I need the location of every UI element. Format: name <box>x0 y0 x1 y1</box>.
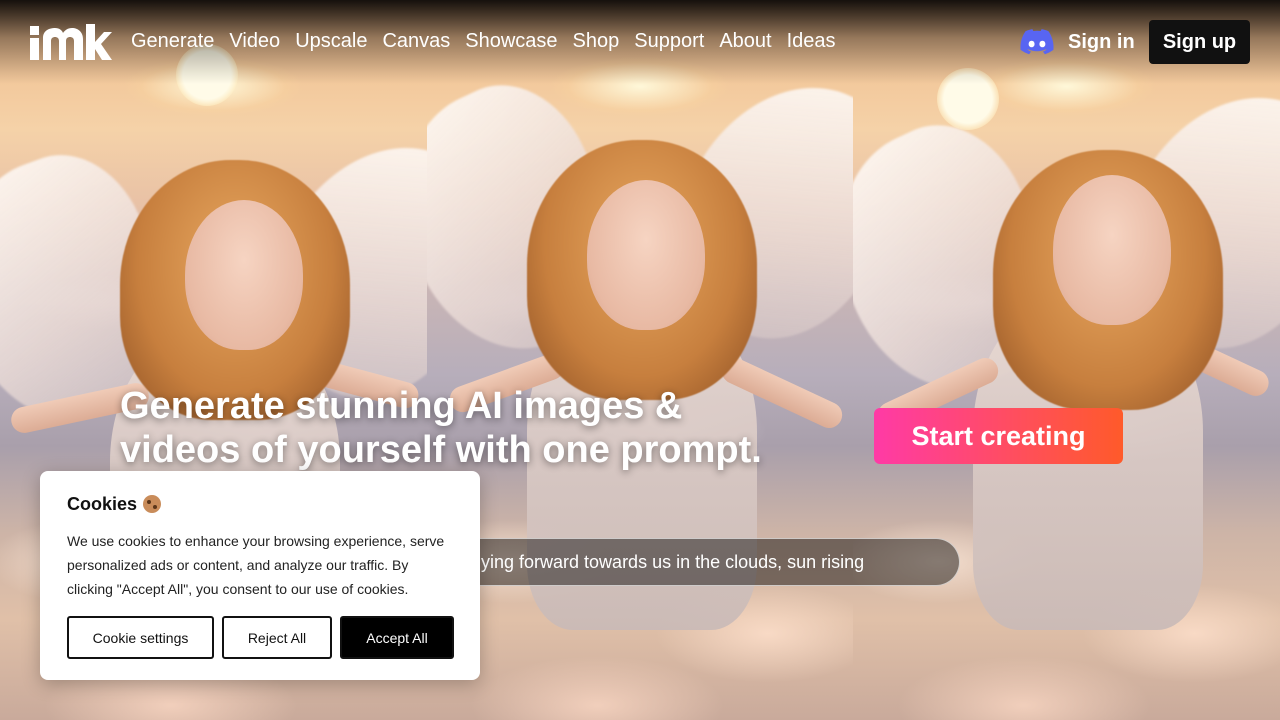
cookie-settings-button[interactable]: Cookie settings <box>67 616 214 659</box>
hero-image-2 <box>427 0 853 720</box>
cookie-icon <box>143 495 162 513</box>
cookie-buttons: Cookie settings Reject All Accept All <box>67 616 454 659</box>
nav-upscale[interactable]: Upscale <box>295 28 367 54</box>
cookie-title-row: Cookies <box>67 493 453 515</box>
start-creating-button[interactable]: Start creating <box>874 408 1123 464</box>
nav-about[interactable]: About <box>719 28 771 54</box>
nav-support[interactable]: Support <box>634 28 704 54</box>
discord-icon[interactable] <box>1020 28 1054 56</box>
top-nav-bar: Generate Video Upscale Canvas Showcase S… <box>0 0 1280 84</box>
hero-headline-line2: videos of yourself with one prompt. <box>120 429 762 471</box>
nav-showcase[interactable]: Showcase <box>465 28 557 54</box>
sign-up-button[interactable]: Sign up <box>1149 20 1250 64</box>
main-nav: Generate Video Upscale Canvas Showcase S… <box>131 28 851 54</box>
hero-headline-line1: Generate stunning AI images & <box>120 385 683 427</box>
nav-video[interactable]: Video <box>229 28 280 54</box>
cookie-message: We use cookies to enhance your browsing … <box>67 533 445 597</box>
reject-all-button[interactable]: Reject All <box>222 616 332 659</box>
prompt-text: lying forward towards us in the clouds, … <box>477 551 865 572</box>
nav-shop[interactable]: Shop <box>573 28 620 54</box>
logo-icon <box>30 24 112 60</box>
hero-image-3 <box>853 0 1280 720</box>
cookie-consent-dialog: Cookies We use cookies to enhance your b… <box>40 471 480 680</box>
nav-generate[interactable]: Generate <box>131 28 214 54</box>
hero-headline: Generate stunning AI images & videos of … <box>120 384 840 472</box>
cookie-title: Cookies <box>67 494 138 514</box>
accept-all-button[interactable]: Accept All <box>340 616 454 659</box>
nav-canvas[interactable]: Canvas <box>382 28 450 54</box>
nav-ideas[interactable]: Ideas <box>787 28 836 54</box>
site-logo[interactable] <box>30 24 112 60</box>
sign-in-link[interactable]: Sign in <box>1068 29 1135 55</box>
